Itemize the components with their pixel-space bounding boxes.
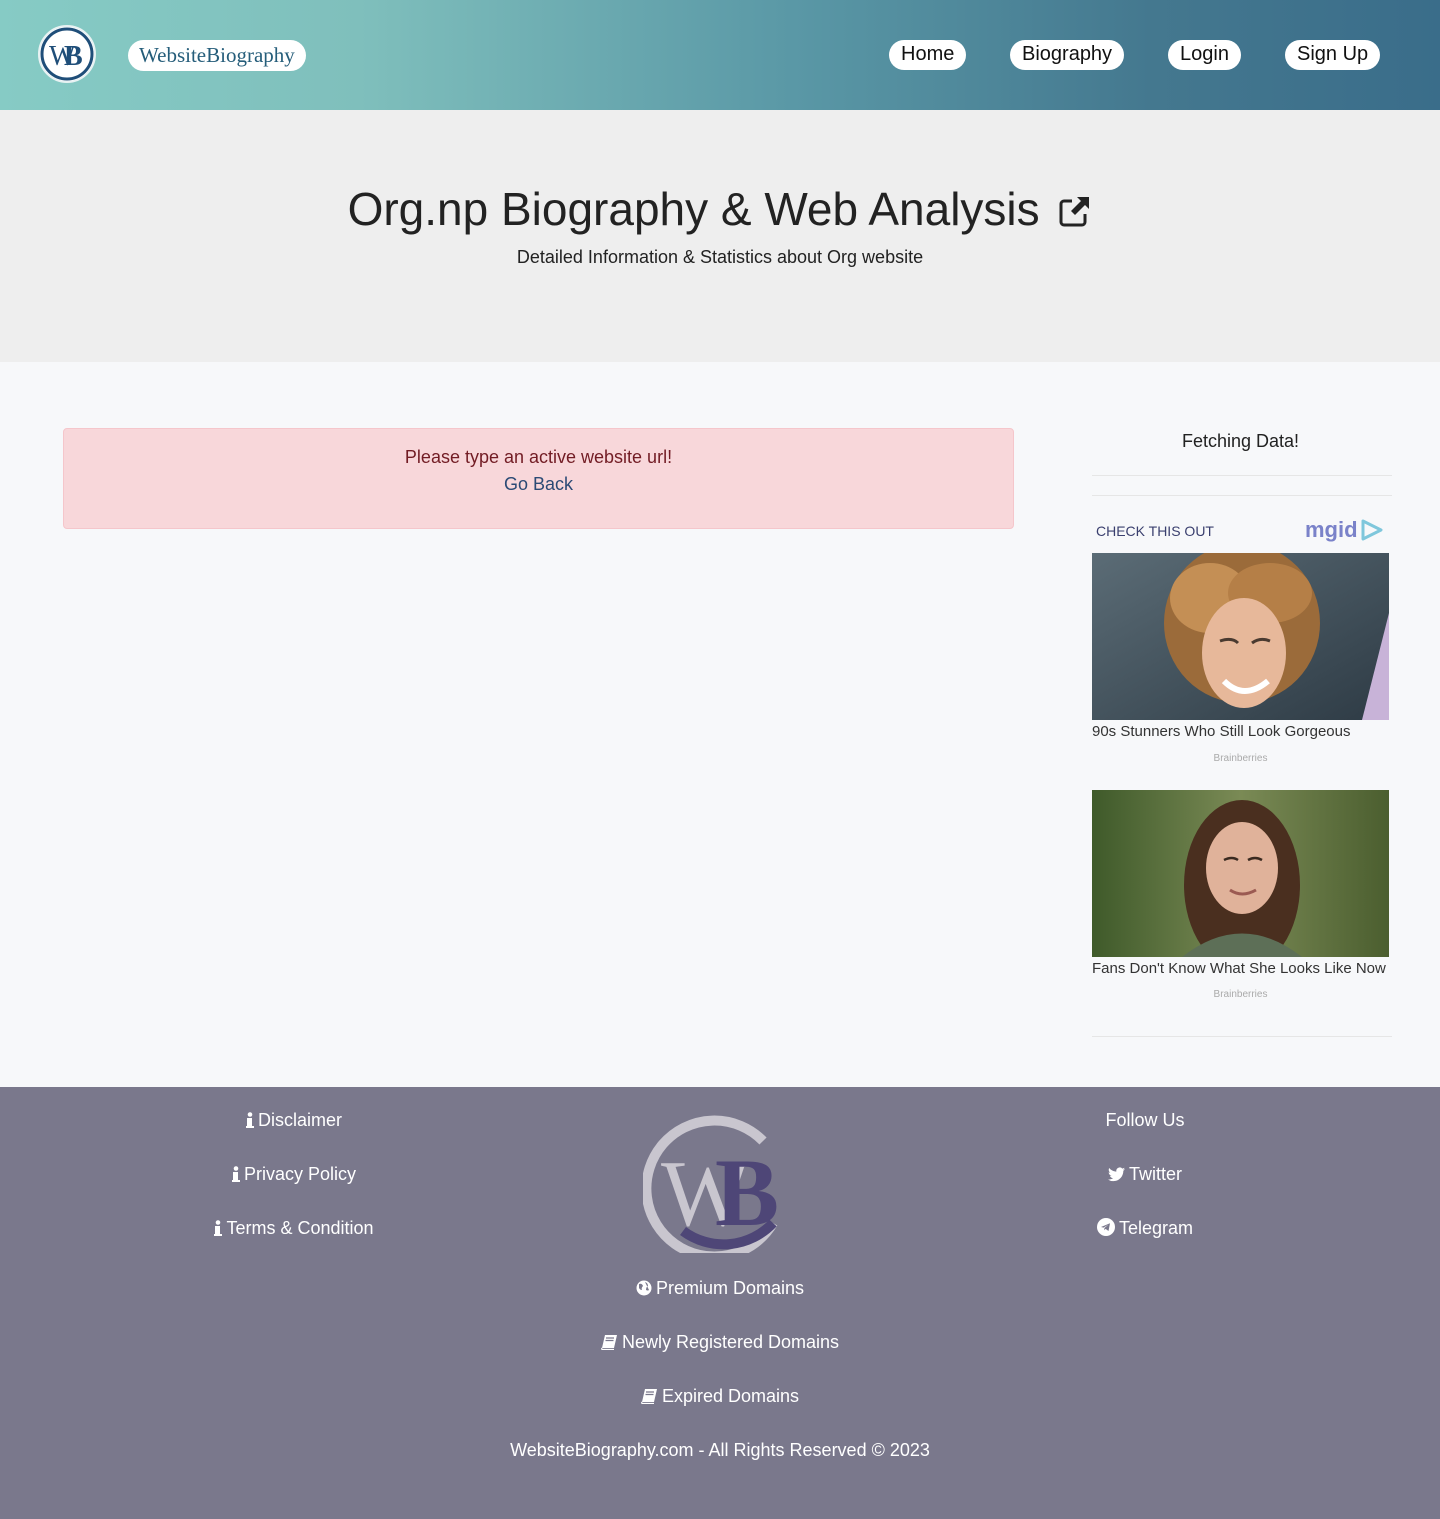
nav-home[interactable]: Home: [889, 40, 967, 70]
footer-privacy-label: Privacy Policy: [243, 1164, 357, 1184]
go-back-link-text[interactable]: Go Back: [504, 474, 573, 494]
info-icon: [231, 1166, 240, 1182]
globe-icon: [636, 1280, 652, 1296]
hero-section: Org.np Biography & Web Analysis Detailed…: [0, 110, 1440, 362]
twitter-icon: [1107, 1167, 1125, 1182]
telegram-icon: [1096, 1218, 1115, 1236]
copyright-text: WebsiteBiography.com - All Rights Reserv…: [510, 1440, 930, 1460]
ad-source: Brainberries: [1213, 753, 1268, 764]
ad-image[interactable]: [1092, 553, 1389, 720]
ad-title[interactable]: 90s Stunners Who Still Look Gorgeous: [1092, 723, 1392, 741]
page-subtitle: Detailed Information & Statistics about …: [516, 247, 924, 267]
go-back-link: Go Back: [64, 473, 1013, 495]
ad-photo-girl: [1092, 790, 1389, 957]
ad-image[interactable]: [1092, 790, 1389, 957]
ad-title[interactable]: Fans Don't Know What She Looks Like Now: [1092, 960, 1392, 978]
footer-newly-registered[interactable]: Newly Registered Domains: [470, 1331, 970, 1353]
site-logo[interactable]: W B: [38, 25, 96, 83]
ad-source: Brainberries: [1213, 989, 1268, 1000]
book-icon: [601, 1335, 617, 1350]
sidebar-divider: [1092, 475, 1392, 476]
footer-terms-label: Terms & Condition: [226, 1218, 374, 1238]
brand-link[interactable]: WebsiteBiography: [128, 40, 306, 71]
footer-disclaimer[interactable]: Disclaimer: [144, 1109, 444, 1131]
sidebar-divider: [1092, 495, 1392, 496]
footer-telegram[interactable]: Telegram: [995, 1217, 1295, 1239]
footer-telegram-label: Telegram: [1118, 1218, 1194, 1238]
info-icon: [214, 1220, 223, 1236]
svg-text:mgid: mgid: [1305, 517, 1358, 542]
footer-newly-registered-label: Newly Registered Domains: [621, 1332, 840, 1352]
fetching-status: Fetching Data!: [1181, 431, 1300, 451]
footer-expired-domains[interactable]: Expired Domains: [470, 1385, 970, 1407]
site-footer: Disclaimer Privacy Policy Terms & Condit…: [0, 1087, 1440, 1519]
nav-sign-up[interactable]: Sign Up: [1285, 40, 1381, 70]
nav-biography[interactable]: Biography: [1010, 40, 1125, 70]
footer-privacy-policy[interactable]: Privacy Policy: [144, 1163, 444, 1185]
page-title: Org.np Biography & Web Analysis: [0, 182, 1440, 236]
svg-text:B: B: [64, 41, 83, 72]
sidebar-divider: [1092, 1036, 1392, 1037]
site-header: W B WebsiteBiography Home Biography Logi…: [0, 0, 1440, 110]
error-alert: Please type an active website url! Go Ba…: [63, 428, 1014, 529]
wb-logo-icon: W B: [40, 27, 94, 81]
ad-widget-label: CHECK THIS OUT: [1096, 523, 1214, 539]
footer-wb-logo-icon[interactable]: W B: [643, 1113, 797, 1253]
alert-message: Please type an active website url!: [404, 447, 673, 467]
page-title-text: Org.np Biography & Web Analysis: [347, 183, 1040, 235]
footer-terms[interactable]: Terms & Condition: [144, 1217, 444, 1239]
nav-login[interactable]: Login: [1168, 40, 1241, 70]
mgid-logo-icon[interactable]: mgid: [1305, 517, 1383, 543]
footer-premium-label: Premium Domains: [655, 1278, 805, 1298]
footer-premium-domains[interactable]: Premium Domains: [470, 1277, 970, 1299]
footer-expired-label: Expired Domains: [661, 1386, 800, 1406]
external-link-icon[interactable]: [1058, 194, 1092, 228]
ad-photo-portrait: [1092, 553, 1389, 720]
footer-twitter-label: Twitter: [1128, 1164, 1182, 1184]
book-icon: [641, 1389, 657, 1404]
footer-twitter[interactable]: Twitter: [995, 1163, 1295, 1185]
info-icon: [245, 1112, 254, 1128]
footer-disclaimer-label: Disclaimer: [257, 1110, 342, 1130]
svg-text:B: B: [715, 1139, 779, 1246]
follow-us-heading: Follow Us: [1105, 1110, 1185, 1130]
